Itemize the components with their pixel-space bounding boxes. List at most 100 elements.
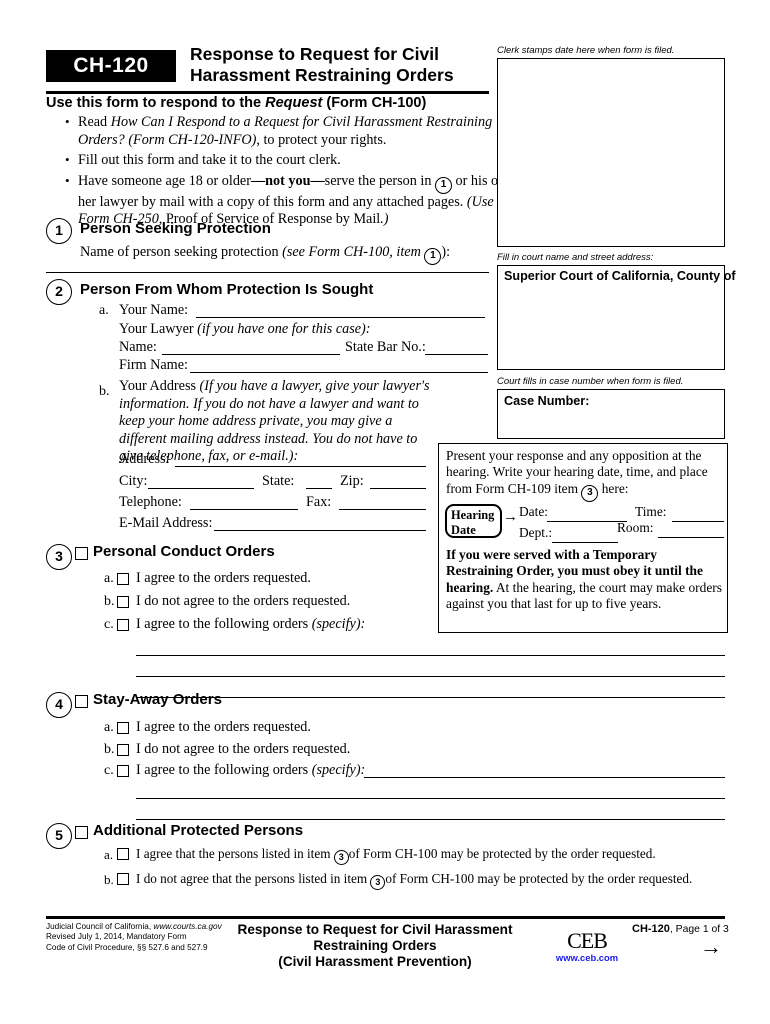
section-4c-checkbox[interactable] [117,765,129,777]
zip-label: Zip: [340,473,364,489]
lawyer-name-label: Name: [119,339,157,355]
bullet-2-italic3: .) [380,211,389,227]
instruction-heading: Use this form to respond to the Request … [46,95,426,111]
circled-number-icon: 3 [370,875,386,890]
hearing-date-input[interactable] [547,521,627,522]
section-4c-line-2[interactable] [136,798,725,799]
section-3c-text: I agree to the following orders [136,616,312,632]
section-5b-post: of Form CH-100 may be protected by the o… [385,871,693,886]
bullet-0-pre: Read [78,114,111,130]
state-bar-input[interactable] [425,354,488,355]
section-4c-label: I agree to the following orders (specify… [136,762,365,780]
email-input[interactable] [214,530,426,531]
section-5b-letter: b. [104,872,114,887]
fax-input[interactable] [339,509,426,510]
page-form-number: CH-120 [632,923,670,935]
section-3b-checkbox[interactable] [117,596,129,608]
section-3c-line-3[interactable] [136,697,725,698]
ceb-website-link[interactable]: www.ceb.com [546,952,628,963]
firm-name-label: Firm Name: [119,357,188,373]
section-4a-letter: a. [104,720,114,735]
hearing-pill-line1: Hearing [451,508,495,522]
section-2b-letter: b. [99,384,110,399]
section-3c-line-2[interactable] [136,676,725,677]
circled-number-icon: 3 [581,484,599,502]
state-input[interactable] [306,488,332,489]
section-4c-letter: c. [104,763,114,778]
zip-input[interactable] [370,488,426,489]
lawyer-label: Your Lawyer (if you have one for this ca… [119,321,371,339]
state-bar-label: State Bar No.: [345,339,426,355]
circled-number-icon: 3 [333,850,349,865]
section-4-title: Stay-Away Orders [93,691,222,708]
address-input[interactable] [175,466,426,467]
section-3a-checkbox[interactable] [117,573,129,585]
section-3b-letter: b. [104,594,115,609]
section-5a-pre: I agree that the persons listed in item [136,846,334,861]
section-2-title: Person From Whom Protection Is Sought [80,281,374,298]
hearing-time-input[interactable] [672,521,724,522]
section-4b-label: I do not agree to the orders requested. [136,741,351,757]
footer-title-line2: Restraining Orders [313,938,437,953]
instruction-heading-post: (Form CH-100) [322,95,427,111]
section-4c-italic: (specify): [311,762,366,778]
section-1-number: 1 [46,218,72,244]
section-2a-label: Your Name: [119,302,189,318]
section-4c-line-1[interactable] [364,777,725,778]
your-name-input[interactable] [196,317,485,318]
footer-title-line1: Response to Request for Civil Harassment [237,922,513,937]
court-box-title: Superior Court of California, County of [504,269,736,283]
firm-name-input[interactable] [190,372,488,373]
ceb-logo[interactable]: CEB www.ceb.com [546,928,628,964]
section-4a-checkbox[interactable] [117,722,129,734]
section-3c-line-1[interactable] [136,655,725,656]
case-box-title: Case Number: [504,394,590,408]
list-item: Read How Can I Respond to a Request for … [65,113,510,149]
telephone-label: Telephone: [119,494,182,510]
footer-line-2: Revised July 1, 2014, Mandatory Form [46,932,187,942]
footer-legal-citation: Judicial Council of California, www.cour… [46,922,222,953]
section-4-checkbox[interactable] [75,695,88,708]
section-3b-label: I do not agree to the orders requested. [136,593,351,609]
city-label: City: [119,473,148,489]
bullet-2-bold: —not you— [250,172,325,189]
hearing-date-label: Date: [519,504,548,519]
court-name-caption: Fill in court name and street address: [497,252,654,263]
page-title-line2: Harassment Restraining Orders [190,65,454,85]
section-1-text-a: Name of person seeking protection [80,244,283,260]
footer-form-title: Response to Request for Civil Harassment… [215,922,535,970]
footer-line-1: Judicial Council of California, www.cour… [46,922,222,932]
instruction-heading-italic: Request [265,95,323,111]
section-5b-label: I do not agree that the persons listed i… [136,870,692,890]
section-3c-checkbox[interactable] [117,619,129,631]
section-4c-text: I agree to the following orders [136,762,312,778]
section-3-checkbox[interactable] [75,547,88,560]
section-2-number: 2 [46,279,72,305]
clerk-stamp-box[interactable] [497,58,725,247]
section-3a-label: I agree to the orders requested. [136,570,311,586]
city-input[interactable] [148,488,254,489]
section-4b-checkbox[interactable] [117,744,129,756]
case-number-caption: Court fills in case number when form is … [497,376,684,387]
section-2b-label: Your Address [119,378,200,394]
circled-number-icon: 1 [424,248,442,265]
ceb-wordmark: CEB [567,928,608,953]
bullet-2-post: serve the person in [324,172,435,189]
circled-number-icon: 1 [435,176,452,194]
page-title: Response to Request for Civil Harassment… [190,44,490,86]
bullet-1-text: Fill out this form and take it to the co… [78,152,341,168]
telephone-input[interactable] [190,509,298,510]
section-1-name-input[interactable] [46,272,489,273]
hearing-dept-input[interactable] [552,542,618,543]
section-5b-checkbox[interactable] [117,873,129,885]
form-page: CH-120 Response to Request for Civil Har… [0,0,770,1024]
section-4c-line-3[interactable] [136,819,725,820]
section-1-text-b: ): [441,244,451,260]
section-5a-letter: a. [104,847,114,862]
hearing-room-input[interactable] [658,537,724,538]
footer-title-line3: (Civil Harassment Prevention) [278,954,472,969]
section-5-checkbox[interactable] [75,826,88,839]
arrow-right-icon: → [503,509,518,525]
section-5a-checkbox[interactable] [117,848,129,860]
lawyer-name-input[interactable] [162,354,340,355]
